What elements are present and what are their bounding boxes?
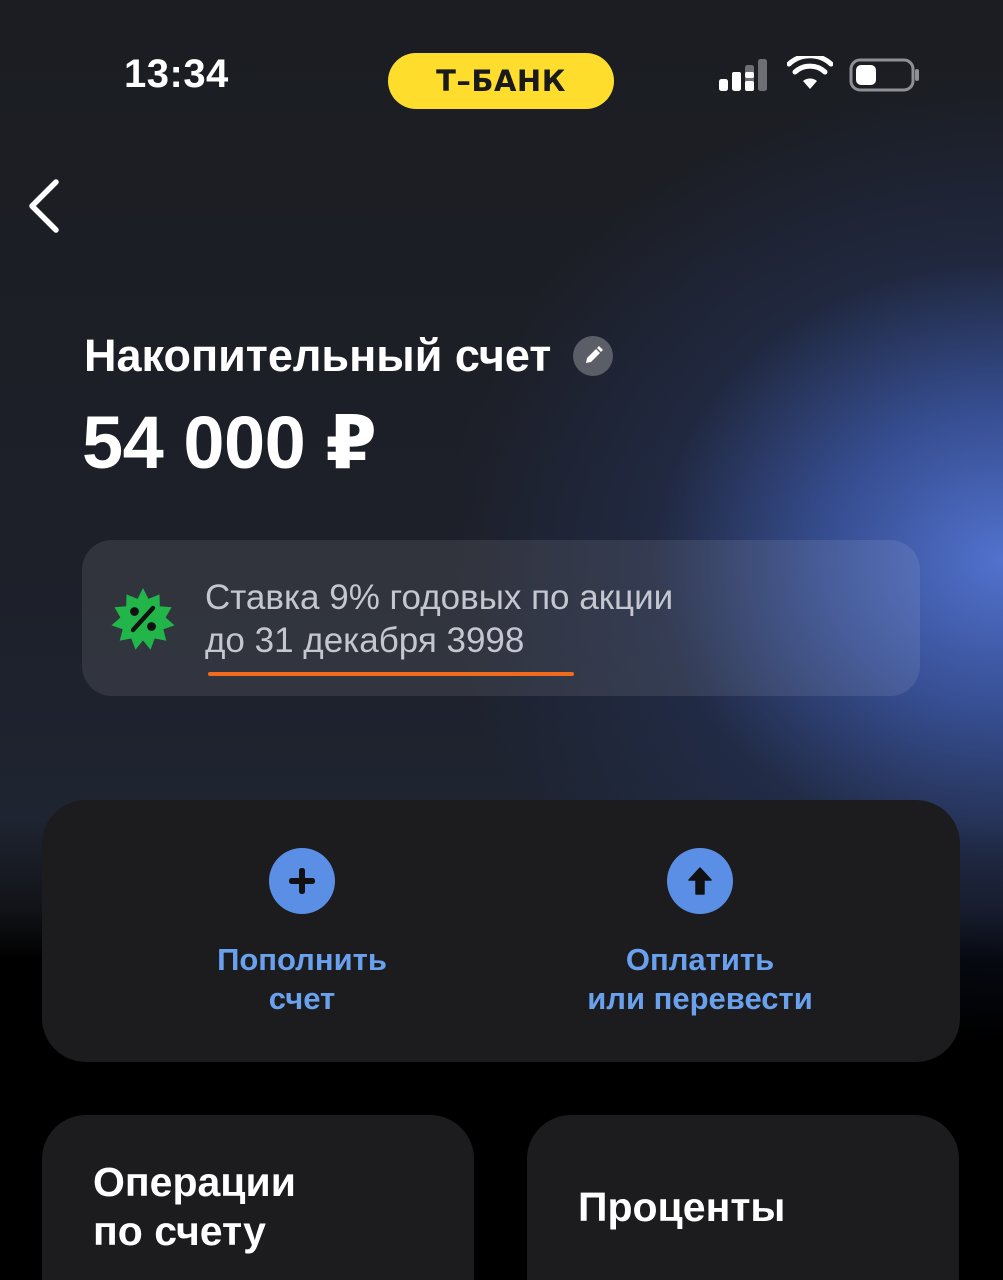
top-up-label-line-2: счет (268, 981, 336, 1016)
promo-banner[interactable]: Ставка 9% годовых по акции до 31 декабря… (82, 540, 920, 696)
promo-text-line-1: Ставка 9% годовых по акции (205, 578, 674, 617)
operations-card-title: Операции по счету (93, 1158, 296, 1256)
top-up-label: Пополнить счет (102, 940, 502, 1018)
screen: 13:34 Т–БАНК Накопительный счет 54 000 ₽… (0, 0, 1003, 1280)
actions-panel: Пополнить счет Оплатить или перевести (42, 800, 960, 1062)
pay-label-line-2: или перевести (587, 981, 813, 1016)
promo-underline (208, 672, 574, 676)
pay-label-line-1: Оплатить (625, 942, 775, 977)
interest-card[interactable]: Проценты (527, 1115, 959, 1280)
signal-icon (719, 59, 767, 91)
operations-card[interactable]: Операции по счету (42, 1115, 474, 1280)
bank-pill: Т–БАНК (388, 53, 614, 109)
promo-text-line-2: до 31 декабря 3998 (205, 621, 525, 660)
account-balance: 54 000 ₽ (82, 401, 377, 484)
operations-title-line-1: Операции (93, 1159, 296, 1205)
battery-icon (849, 58, 919, 92)
top-up-button[interactable]: Пополнить счет (102, 848, 502, 1018)
pay-icon-circle (667, 848, 733, 914)
plus-icon (289, 868, 315, 894)
status-time: 13:34 (124, 52, 229, 96)
account-title-row: Накопительный счет (84, 330, 614, 382)
top-up-label-line-1: Пополнить (217, 942, 387, 977)
bank-pill-label: Т–БАНК (436, 64, 566, 98)
pay-label: Оплатить или перевести (500, 940, 900, 1018)
arrow-up-icon (688, 867, 712, 895)
operations-title-line-2: по счету (93, 1208, 266, 1254)
wifi-icon (787, 56, 833, 89)
pencil-icon (586, 346, 604, 363)
interest-card-title: Проценты (578, 1184, 786, 1230)
account-title: Накопительный счет (84, 330, 552, 381)
percent-badge-icon (111, 588, 175, 650)
top-up-icon-circle (269, 848, 335, 914)
chevron-left-icon[interactable] (22, 176, 70, 236)
pay-or-transfer-button[interactable]: Оплатить или перевести (500, 848, 900, 1018)
edit-title-button[interactable] (573, 336, 614, 376)
